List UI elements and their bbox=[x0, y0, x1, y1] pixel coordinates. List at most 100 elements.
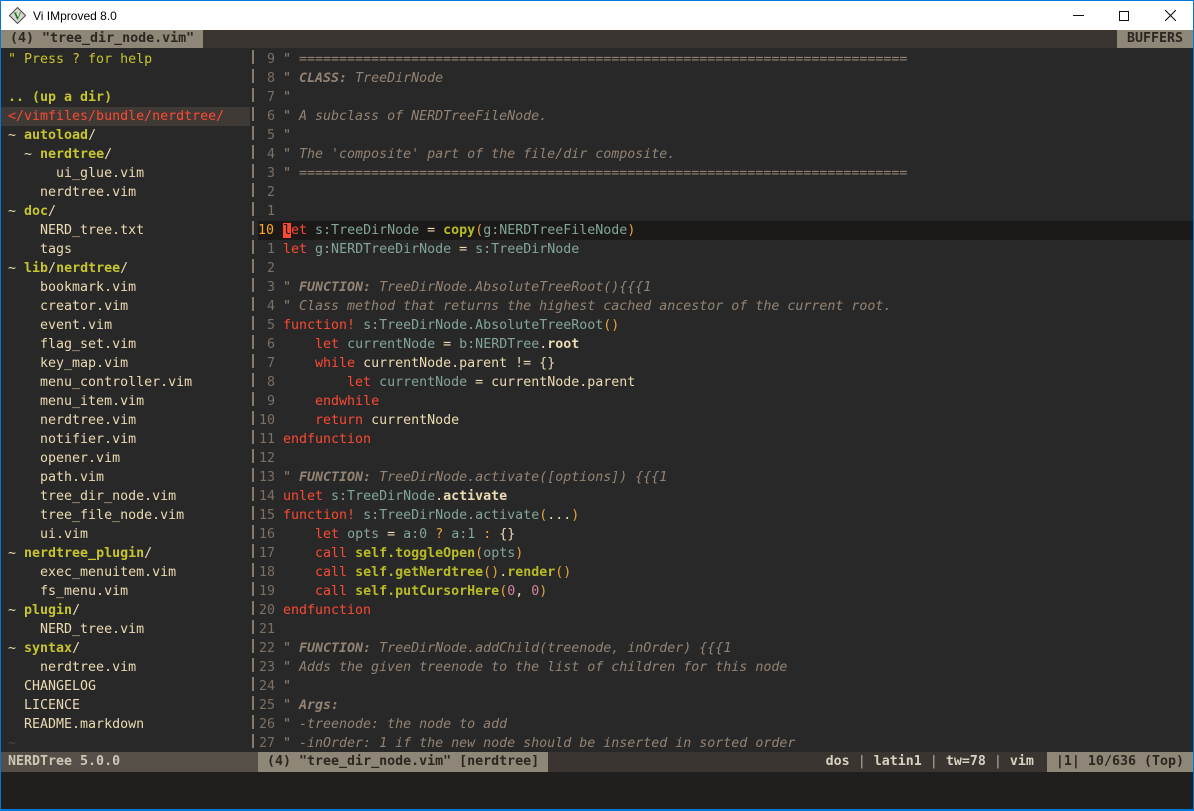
tree-item[interactable]: ~ plugin/ bbox=[1, 601, 250, 620]
tree-item[interactable]: ui.vim bbox=[1, 525, 250, 544]
buffers-label: BUFFERS bbox=[1117, 30, 1193, 48]
code-line[interactable]: 10let s:TreeDirNode = copy(g:NERDTreeFil… bbox=[258, 221, 1193, 240]
line-number: 23 bbox=[258, 658, 275, 677]
line-number: 20 bbox=[258, 601, 275, 620]
code-line[interactable]: 12 bbox=[258, 449, 1193, 468]
tree-item[interactable]: creator.vim bbox=[1, 297, 250, 316]
tree-item[interactable]: ~ syntax/ bbox=[1, 639, 250, 658]
code-line[interactable]: 9 endwhile bbox=[258, 392, 1193, 411]
tree-item[interactable]: nerdtree.vim bbox=[1, 658, 250, 677]
line-text: function! s:TreeDirNode.activate(...) bbox=[275, 506, 579, 525]
code-line[interactable]: 17 call self.toggleOpen(opts) bbox=[258, 544, 1193, 563]
minimize-button[interactable] bbox=[1055, 1, 1101, 30]
code-line[interactable]: 7 while currentNode.parent != {} bbox=[258, 354, 1193, 373]
code-line[interactable]: 27" -inOrder: 1 if the new node should b… bbox=[258, 734, 1193, 752]
vertical-split[interactable] bbox=[250, 48, 258, 752]
code-line[interactable]: 8" CLASS: TreeDirNode bbox=[258, 69, 1193, 88]
tree-item[interactable]: key_map.vim bbox=[1, 354, 250, 373]
tree-item[interactable]: README.markdown bbox=[1, 715, 250, 734]
tree-item[interactable] bbox=[1, 69, 250, 88]
code-line[interactable]: 8 let currentNode = currentNode.parent bbox=[258, 373, 1193, 392]
line-text: " Args: bbox=[275, 696, 339, 715]
code-line[interactable]: 5" bbox=[258, 126, 1193, 145]
command-line[interactable] bbox=[1, 772, 1193, 809]
tree-item[interactable]: NERD_tree.txt bbox=[1, 221, 250, 240]
tree-item[interactable]: ~ nerdtree/ bbox=[1, 145, 250, 164]
tree-item[interactable]: ~ lib/nerdtree/ bbox=[1, 259, 250, 278]
code-line[interactable]: 23" Adds the given treenode to the list … bbox=[258, 658, 1193, 677]
code-line[interactable]: 25" Args: bbox=[258, 696, 1193, 715]
tree-item[interactable]: ~ doc/ bbox=[1, 202, 250, 221]
tree-item[interactable]: </vimfiles/bundle/nerdtree/ bbox=[1, 107, 250, 126]
line-number: 2 bbox=[258, 183, 275, 202]
tree-item[interactable]: nerdtree.vim bbox=[1, 183, 250, 202]
code-line[interactable]: 11endfunction bbox=[258, 430, 1193, 449]
code-line[interactable]: 5function! s:TreeDirNode.AbsoluteTreeRoo… bbox=[258, 316, 1193, 335]
line-number: 1 bbox=[258, 240, 275, 259]
tree-item[interactable]: ~ nerdtree_plugin/ bbox=[1, 544, 250, 563]
code-line[interactable]: 19 call self.putCursorHere(0, 0) bbox=[258, 582, 1193, 601]
code-line[interactable]: 15function! s:TreeDirNode.activate(...) bbox=[258, 506, 1193, 525]
tree-item[interactable]: opener.vim bbox=[1, 449, 250, 468]
code-line[interactable]: 26" -treenode: the node to add bbox=[258, 715, 1193, 734]
tree-item[interactable]: tags bbox=[1, 240, 250, 259]
code-line[interactable]: 1let g:NERDTreeDirNode = s:TreeDirNode bbox=[258, 240, 1193, 259]
tree-item[interactable]: flag_set.vim bbox=[1, 335, 250, 354]
line-number: 8 bbox=[258, 69, 275, 88]
line-text: function! s:TreeDirNode.AbsoluteTreeRoot… bbox=[275, 316, 619, 335]
line-text: " FUNCTION: TreeDirNode.AbsoluteTreeRoot… bbox=[275, 278, 651, 297]
code-line[interactable]: 21 bbox=[258, 620, 1193, 639]
maximize-button[interactable] bbox=[1101, 1, 1147, 30]
tree-item[interactable]: tree_file_node.vim bbox=[1, 506, 250, 525]
tree-item[interactable]: event.vim bbox=[1, 316, 250, 335]
code-line[interactable]: 4" The 'composite' part of the file/dir … bbox=[258, 145, 1193, 164]
code-line[interactable]: 3" =====================================… bbox=[258, 164, 1193, 183]
tree-item[interactable]: .. (up a dir) bbox=[1, 88, 250, 107]
tree-item[interactable]: fs_menu.vim bbox=[1, 582, 250, 601]
code-line[interactable]: 2 bbox=[258, 259, 1193, 278]
tab-active[interactable]: (4) "tree_dir_node.vim" bbox=[1, 30, 203, 48]
line-number: 6 bbox=[258, 107, 275, 126]
line-text: endwhile bbox=[275, 392, 379, 411]
tree-item[interactable]: exec_menuitem.vim bbox=[1, 563, 250, 582]
editor-panel[interactable]: 9" =====================================… bbox=[258, 48, 1193, 752]
code-line[interactable]: 7" bbox=[258, 88, 1193, 107]
code-line[interactable]: 16 let opts = a:0 ? a:1 : {} bbox=[258, 525, 1193, 544]
tree-item[interactable]: CHANGELOG bbox=[1, 677, 250, 696]
tree-item[interactable]: ~ autoload/ bbox=[1, 126, 250, 145]
tree-item[interactable]: ui_glue.vim bbox=[1, 164, 250, 183]
tree-item[interactable]: menu_controller.vim bbox=[1, 373, 250, 392]
tree-item[interactable]: notifier.vim bbox=[1, 430, 250, 449]
code-line[interactable]: 6 let currentNode = b:NERDTree.root bbox=[258, 335, 1193, 354]
code-line[interactable]: 22" FUNCTION: TreeDirNode.addChild(treen… bbox=[258, 639, 1193, 658]
code-line[interactable]: 13" FUNCTION: TreeDirNode.activate([opti… bbox=[258, 468, 1193, 487]
code-line[interactable]: 20endfunction bbox=[258, 601, 1193, 620]
tree-item[interactable]: ~ bbox=[1, 734, 250, 752]
code-line[interactable]: 3" FUNCTION: TreeDirNode.AbsoluteTreeRoo… bbox=[258, 278, 1193, 297]
close-button[interactable] bbox=[1147, 1, 1193, 30]
code-line[interactable]: 18 call self.getNerdtree().render() bbox=[258, 563, 1193, 582]
code-line[interactable]: 1 bbox=[258, 202, 1193, 221]
code-line[interactable]: 14unlet s:TreeDirNode.activate bbox=[258, 487, 1193, 506]
code-line[interactable]: 6" A subclass of NERDTreeFileNode. bbox=[258, 107, 1193, 126]
code-line[interactable]: 9" =====================================… bbox=[258, 50, 1193, 69]
code-line[interactable]: 10 return currentNode bbox=[258, 411, 1193, 430]
line-text: " Adds the given treenode to the list of… bbox=[275, 658, 787, 677]
code-line[interactable]: 2 bbox=[258, 183, 1193, 202]
tree-item[interactable]: menu_item.vim bbox=[1, 392, 250, 411]
tree-item[interactable]: NERD_tree.vim bbox=[1, 620, 250, 639]
line-text: call self.getNerdtree().render() bbox=[275, 563, 571, 582]
code-line[interactable]: 24" bbox=[258, 677, 1193, 696]
tree-item[interactable]: nerdtree.vim bbox=[1, 411, 250, 430]
code-line[interactable]: 4" Class method that returns the highest… bbox=[258, 297, 1193, 316]
tree-item[interactable]: path.vim bbox=[1, 468, 250, 487]
statusline-position: |1| 10/636 (Top) bbox=[1047, 752, 1193, 772]
line-text: " bbox=[275, 677, 291, 696]
nerdtree-panel[interactable]: " Press ? for help .. (up a dir)</vimfile… bbox=[1, 48, 250, 752]
tree-item[interactable]: LICENCE bbox=[1, 696, 250, 715]
tree-item[interactable]: " Press ? for help bbox=[1, 50, 250, 69]
tree-item[interactable]: tree_dir_node.vim bbox=[1, 487, 250, 506]
line-text: " CLASS: TreeDirNode bbox=[275, 69, 443, 88]
tree-item[interactable]: bookmark.vim bbox=[1, 278, 250, 297]
maximize-icon bbox=[1119, 11, 1129, 21]
